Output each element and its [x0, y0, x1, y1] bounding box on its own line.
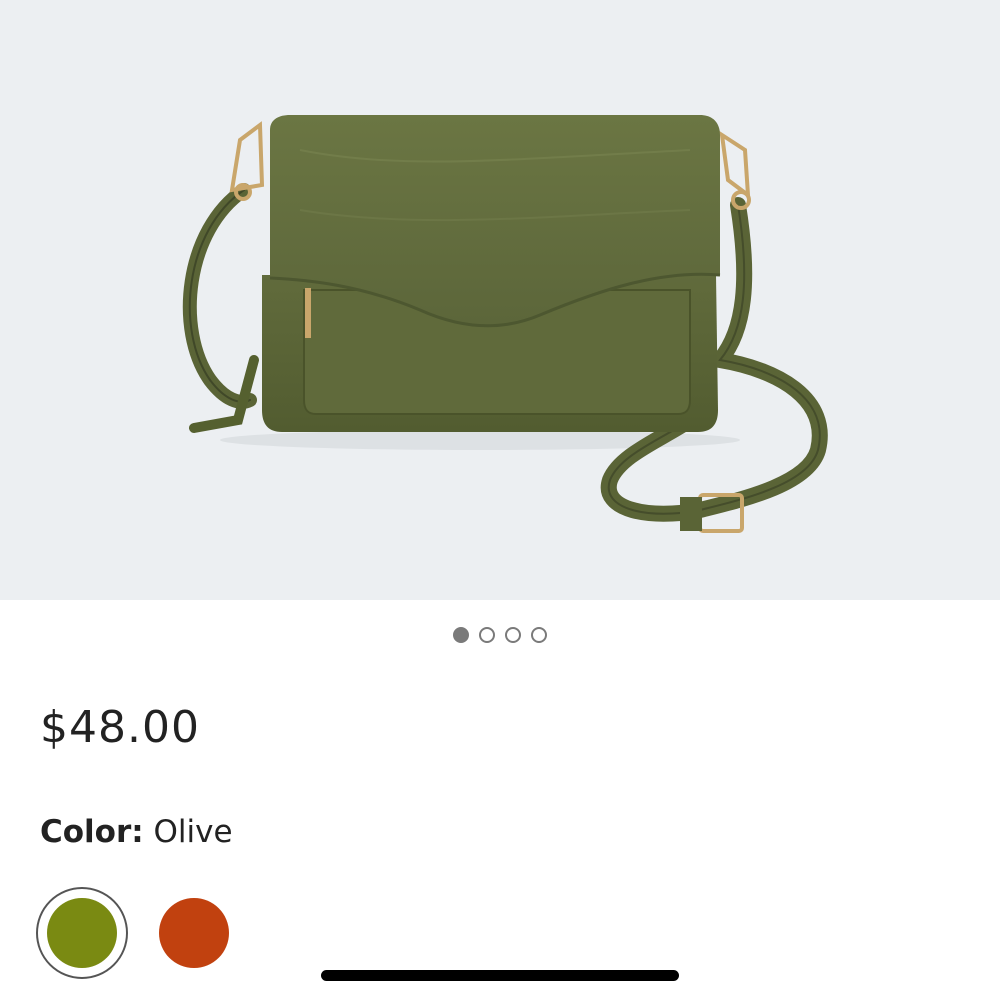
pagination-dot-3[interactable] [505, 627, 521, 643]
image-pagination [0, 624, 1000, 646]
swatch-rust-fill [159, 898, 229, 968]
product-price: $48.00 [40, 702, 200, 753]
home-indicator[interactable] [321, 970, 679, 981]
product-page: $48.00 Color: Olive [0, 0, 1000, 1000]
color-swatches [36, 887, 240, 979]
pagination-dot-4[interactable] [531, 627, 547, 643]
swatch-olive-fill [47, 898, 117, 968]
color-label: Color: [40, 814, 144, 850]
swatch-olive[interactable] [36, 887, 128, 979]
pagination-dot-1[interactable] [453, 627, 469, 643]
swatch-rust[interactable] [148, 887, 240, 979]
bag-illustration [182, 115, 828, 533]
selected-color-value: Olive [153, 814, 233, 850]
pagination-dot-2[interactable] [479, 627, 495, 643]
product-image[interactable] [0, 0, 1000, 600]
color-selection-label: Color: Olive [40, 814, 233, 850]
